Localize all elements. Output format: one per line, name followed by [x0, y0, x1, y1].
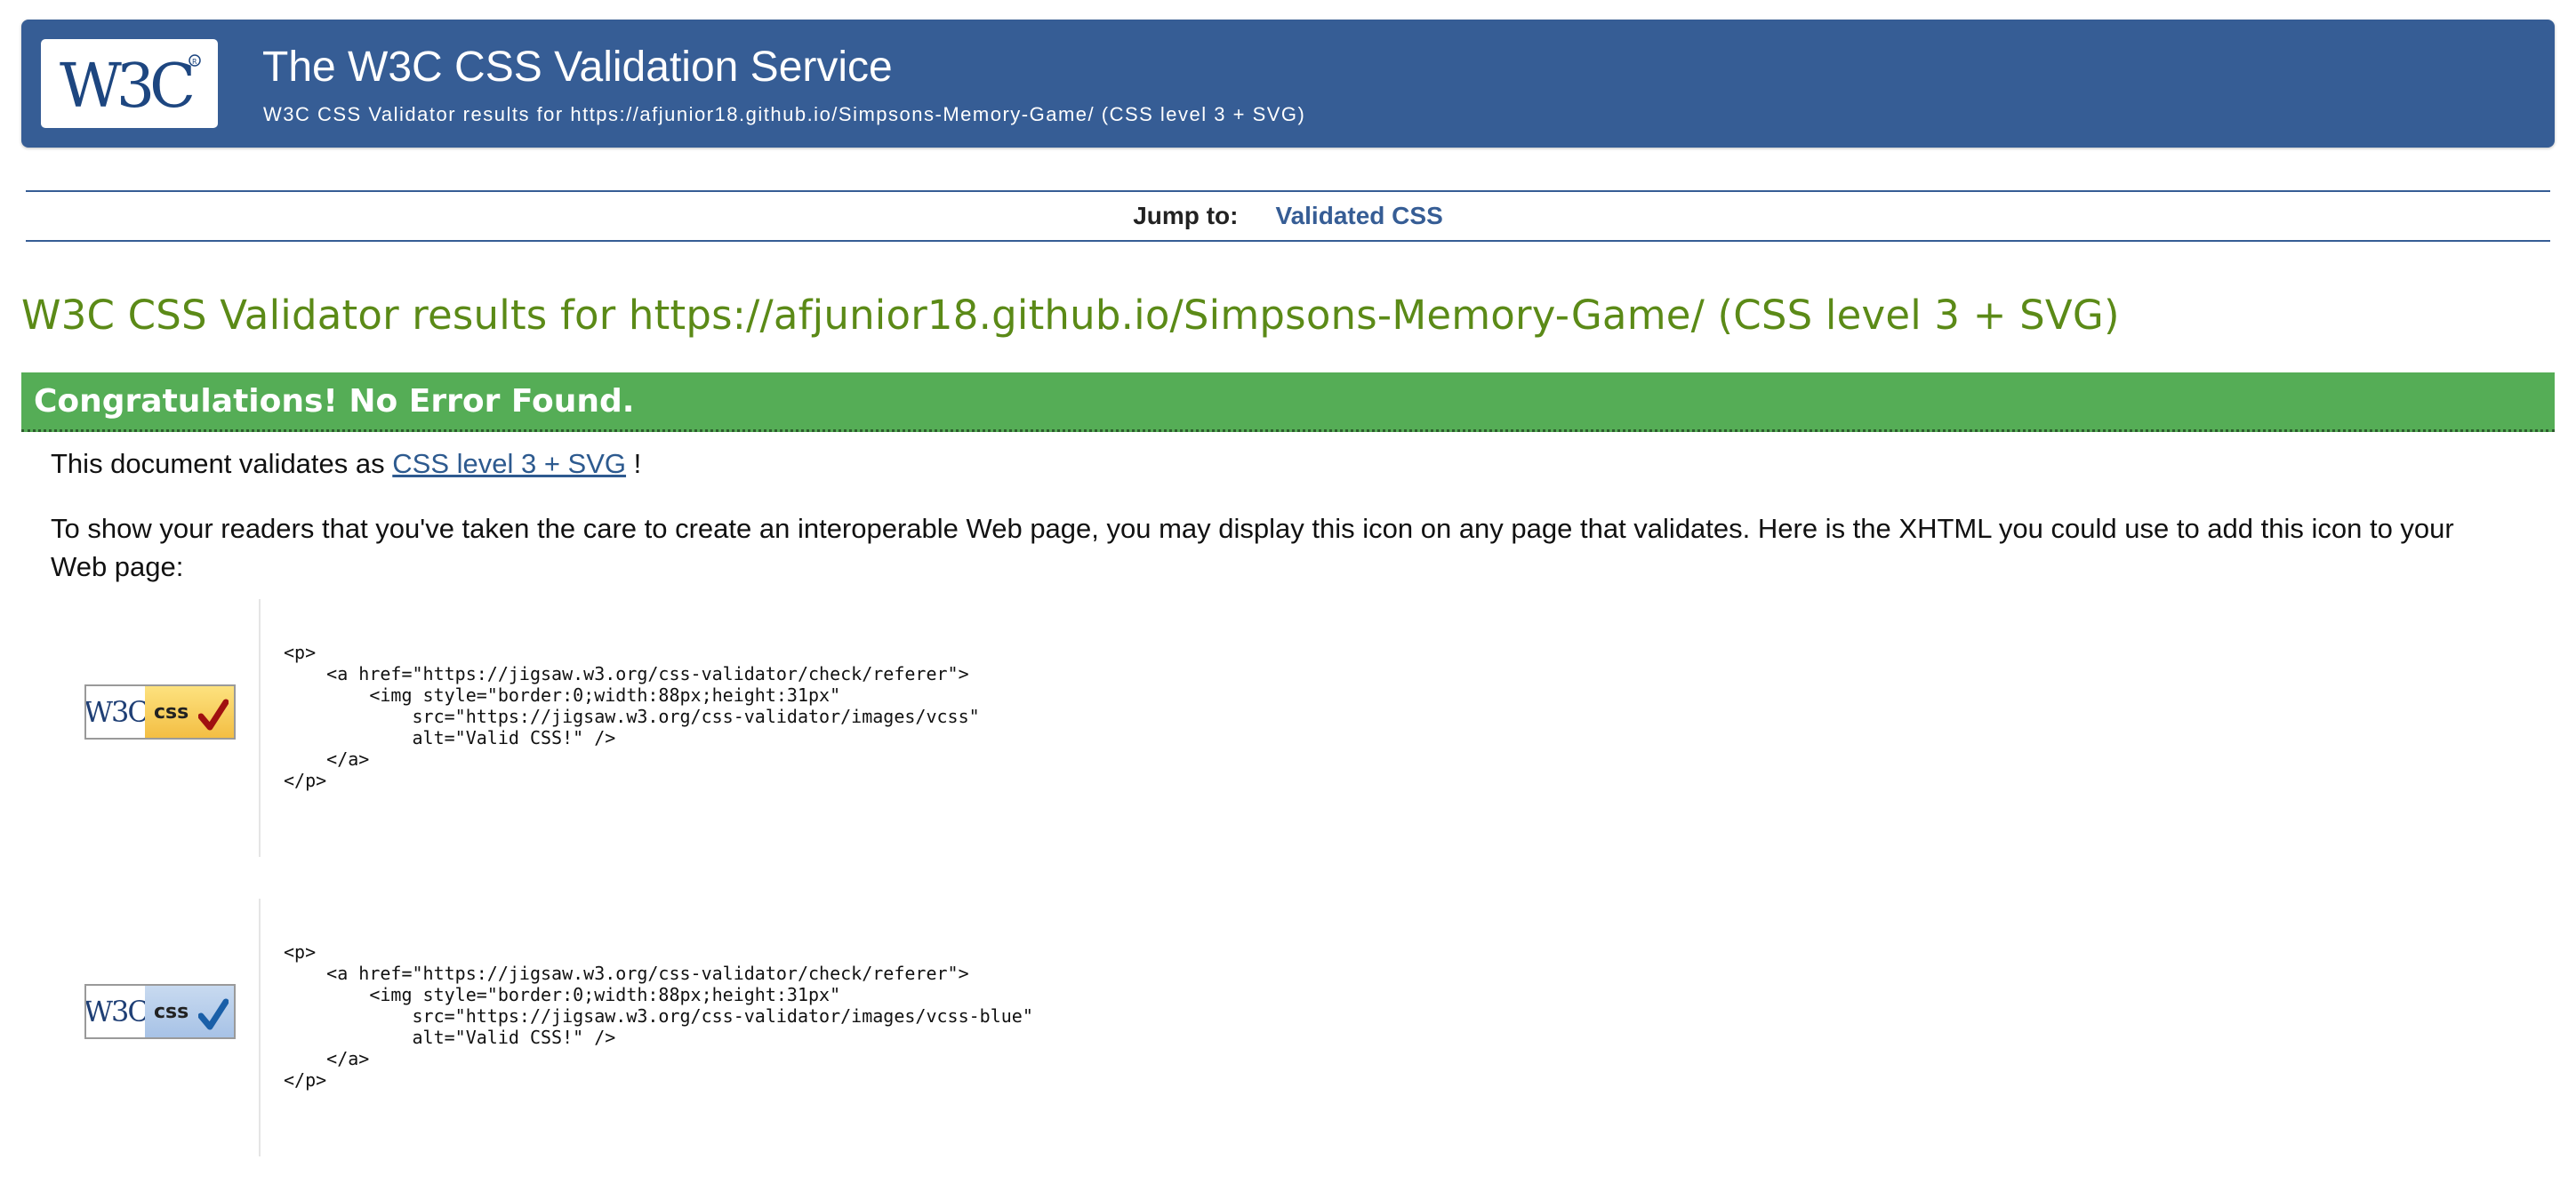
validates-paragraph: This document validates as CSS level 3 +…	[51, 444, 641, 483]
xhtml-code-snippet: <p> <a href="https://jigsaw.w3.org/css-v…	[284, 941, 1033, 1091]
checkmark-icon	[198, 699, 229, 731]
validates-suffix: !	[633, 448, 642, 479]
w3c-logo[interactable]: W3C R	[41, 39, 218, 128]
congratulations-banner: Congratulations! No Error Found.	[21, 372, 2555, 432]
code-divider	[259, 599, 261, 857]
badge-css-text: css	[154, 700, 189, 724]
xhtml-code-snippet: <p> <a href="https://jigsaw.w3.org/css-v…	[284, 642, 980, 791]
badge-css-label: css	[145, 986, 234, 1037]
badge-w3c-mark: W3C	[86, 686, 149, 738]
svg-text:R: R	[192, 58, 197, 66]
congratulations-text: Congratulations! No Error Found.	[34, 382, 635, 420]
icon-instructions-paragraph: To show your readers that you've taken t…	[51, 513, 2454, 582]
badge-css-text: css	[154, 1000, 189, 1023]
valid-css-badge-gold: W3C css	[84, 684, 236, 740]
checkmark-icon	[198, 998, 229, 1030]
results-heading: W3C CSS Validator results for https://af…	[21, 292, 2120, 339]
jump-to-label: Jump to:	[1133, 202, 1239, 229]
jump-to-bar: Jump to: Validated CSS	[26, 190, 2550, 242]
page-subtitle: W3C CSS Validator results for https://af…	[263, 103, 1306, 125]
badge-snippet-blue: W3C css <p> <a href="https://jigsaw.w3.o…	[51, 899, 1296, 1156]
badge-css-label: css	[145, 686, 234, 738]
badge-w3c-mark: W3C	[86, 986, 149, 1037]
css-level-link[interactable]: CSS level 3 + SVG	[392, 448, 626, 479]
validates-prefix: This document validates as	[51, 448, 385, 479]
badge-snippet-gold: W3C css <p> <a href="https://jigsaw.w3.o…	[51, 599, 1296, 857]
w3c-logo-icon: W3C R	[60, 52, 201, 119]
valid-css-badge-blue: W3C css	[84, 984, 236, 1039]
validated-css-link[interactable]: Validated CSS	[1275, 202, 1442, 230]
page-title: The W3C CSS Validation Service	[262, 44, 893, 91]
header-banner: W3C R The W3C CSS Validation Service W3C…	[21, 20, 2555, 148]
svg-text:W3C: W3C	[60, 52, 192, 119]
code-divider	[259, 899, 261, 1156]
